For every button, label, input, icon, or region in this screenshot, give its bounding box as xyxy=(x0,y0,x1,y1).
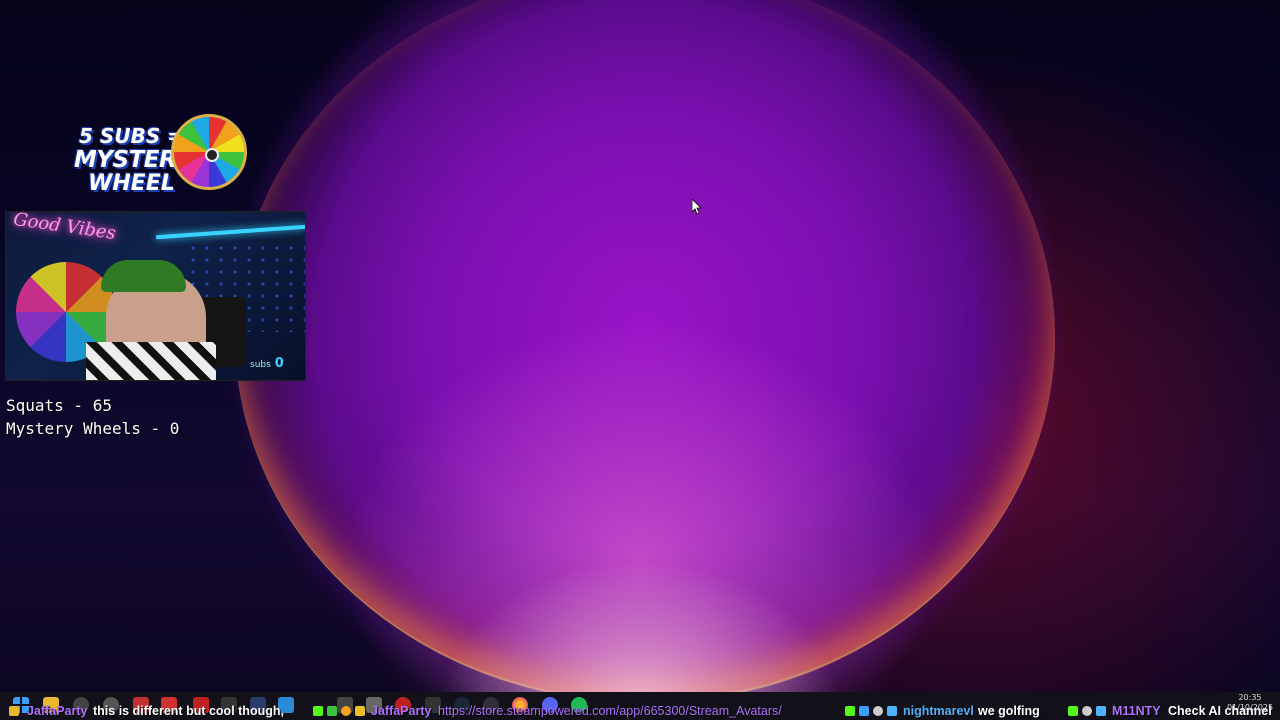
subs-counter: subs 0 xyxy=(250,356,284,371)
mystery-wheel-promo: 5 SUBS = MYSTERY WHEEL xyxy=(74,114,249,204)
wallpaper-glow xyxy=(440,560,840,700)
chat-link[interactable]: https://store.steampowered.com/app/66530… xyxy=(438,704,782,718)
prize-wheel-icon xyxy=(171,114,247,190)
chat-badge-icon xyxy=(355,706,365,716)
mystery-wheels-counter: Mystery Wheels - 0 xyxy=(6,419,180,438)
promo-line-3: WHEEL xyxy=(88,171,175,196)
kick-badge-icon xyxy=(313,706,323,716)
webcam-led-strip xyxy=(156,224,305,240)
chat-badge-icon xyxy=(887,706,897,716)
subs-count: 0 xyxy=(274,356,284,371)
squats-counter: Squats - 65 xyxy=(6,396,112,415)
clock-date: 01/10/2025 xyxy=(1226,703,1274,712)
chat-badge-icon xyxy=(859,706,869,716)
stream-counters: Squats - 65 Mystery Wheels - 0 xyxy=(6,394,179,440)
kick-badge-icon xyxy=(845,706,855,716)
chat-badge-icon xyxy=(873,706,883,716)
chat-username: JaffaParty xyxy=(371,704,432,718)
system-clock[interactable]: 20:35 01/10/2025 xyxy=(1226,693,1274,713)
chat-message: we golfing xyxy=(978,704,1040,718)
kick-badge-icon xyxy=(1068,706,1078,716)
chat-username: JaffaParty xyxy=(27,704,88,718)
neon-sign: Good Vibes xyxy=(12,211,118,245)
chat-username: nightmarevl xyxy=(903,704,974,718)
chat-ticker: JaffaParty this is different but cool th… xyxy=(0,703,1280,720)
chat-message: this is different but cool though, xyxy=(93,704,284,718)
clock-time: 20:35 xyxy=(1238,693,1262,702)
webcam-feed: Good Vibes subs 0 xyxy=(5,211,306,381)
chat-badge-icon xyxy=(9,706,19,716)
streamer-shirt xyxy=(86,342,216,380)
chat-badge-icon xyxy=(1096,706,1106,716)
chat-badge-icon xyxy=(327,706,337,716)
chat-username: M11NTY xyxy=(1112,704,1161,718)
chat-badge-icon xyxy=(341,706,351,716)
streamer-hat xyxy=(101,260,186,292)
chat-badge-icon xyxy=(1082,706,1092,716)
subs-label: subs xyxy=(250,360,271,370)
cursor-icon xyxy=(691,198,702,219)
